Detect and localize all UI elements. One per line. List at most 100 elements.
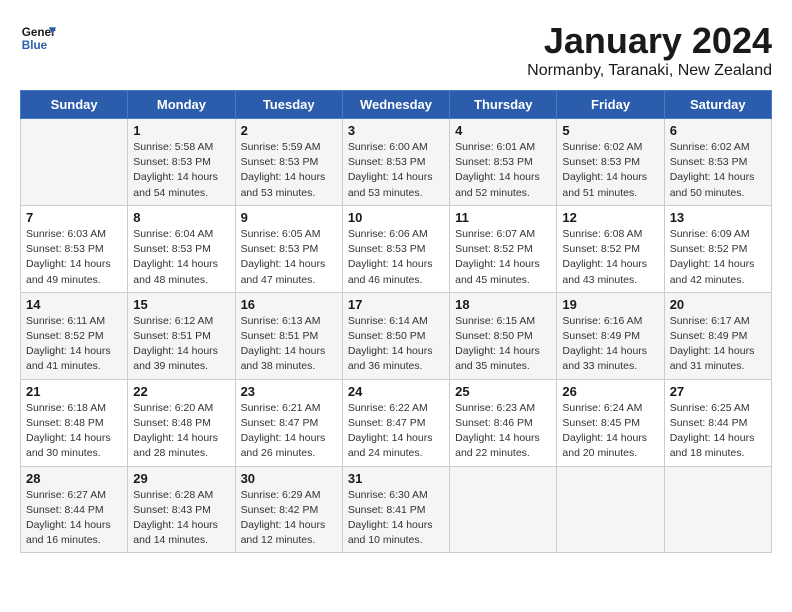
calendar-cell: 23 Sunrise: 6:21 AM Sunset: 8:47 PM Dayli… bbox=[235, 379, 342, 466]
day-info: Sunrise: 6:11 AM Sunset: 8:52 PM Dayligh… bbox=[26, 314, 122, 375]
calendar-cell: 19 Sunrise: 6:16 AM Sunset: 8:49 PM Dayli… bbox=[557, 292, 664, 379]
calendar-cell: 12Sunrise: 6:08 AM Sunset: 8:52 PM Dayli… bbox=[557, 205, 664, 292]
calendar-cell: 8 Sunrise: 6:04 AM Sunset: 8:53 PM Daylig… bbox=[128, 205, 235, 292]
calendar-cell: 28 Sunrise: 6:27 AM Sunset: 8:44 PM Dayli… bbox=[21, 466, 128, 553]
day-number: 8 bbox=[133, 210, 229, 225]
day-header-friday: Friday bbox=[557, 91, 664, 119]
calendar-cell: 26 Sunrise: 6:24 AM Sunset: 8:45 PM Dayli… bbox=[557, 379, 664, 466]
calendar-cell: 20Sunrise: 6:17 AM Sunset: 8:49 PM Dayli… bbox=[664, 292, 771, 379]
calendar-cell: 5Sunrise: 6:02 AM Sunset: 8:53 PM Daylig… bbox=[557, 119, 664, 206]
calendar-cell: 4 Sunrise: 6:01 AM Sunset: 8:53 PM Daylig… bbox=[450, 119, 557, 206]
calendar-body: 1 Sunrise: 5:58 AM Sunset: 8:53 PM Daylig… bbox=[21, 119, 772, 553]
day-number: 27 bbox=[670, 384, 766, 399]
day-number: 21 bbox=[26, 384, 122, 399]
day-info: Sunrise: 5:58 AM Sunset: 8:53 PM Dayligh… bbox=[133, 140, 229, 201]
day-header-saturday: Saturday bbox=[664, 91, 771, 119]
day-number: 26 bbox=[562, 384, 658, 399]
week-row-2: 7Sunrise: 6:03 AM Sunset: 8:53 PM Daylig… bbox=[21, 205, 772, 292]
calendar-subtitle: Normanby, Taranaki, New Zealand bbox=[527, 62, 772, 80]
day-info: Sunrise: 6:09 AM Sunset: 8:52 PM Dayligh… bbox=[670, 227, 766, 288]
day-number: 28 bbox=[26, 471, 122, 486]
day-number: 31 bbox=[348, 471, 444, 486]
day-number: 5 bbox=[562, 123, 658, 138]
day-number: 9 bbox=[241, 210, 337, 225]
calendar-cell: 15Sunrise: 6:12 AM Sunset: 8:51 PM Dayli… bbox=[128, 292, 235, 379]
day-number: 10 bbox=[348, 210, 444, 225]
calendar-cell: 2 Sunrise: 5:59 AM Sunset: 8:53 PM Daylig… bbox=[235, 119, 342, 206]
day-info: Sunrise: 6:22 AM Sunset: 8:47 PM Dayligh… bbox=[348, 401, 444, 462]
day-info: Sunrise: 6:16 AM Sunset: 8:49 PM Dayligh… bbox=[562, 314, 658, 375]
day-number: 24 bbox=[348, 384, 444, 399]
day-info: Sunrise: 6:27 AM Sunset: 8:44 PM Dayligh… bbox=[26, 488, 122, 549]
day-number: 13 bbox=[670, 210, 766, 225]
day-info: Sunrise: 6:04 AM Sunset: 8:53 PM Dayligh… bbox=[133, 227, 229, 288]
day-number: 23 bbox=[241, 384, 337, 399]
day-info: Sunrise: 6:02 AM Sunset: 8:53 PM Dayligh… bbox=[670, 140, 766, 201]
day-info: Sunrise: 6:14 AM Sunset: 8:50 PM Dayligh… bbox=[348, 314, 444, 375]
calendar-cell: 27Sunrise: 6:25 AM Sunset: 8:44 PM Dayli… bbox=[664, 379, 771, 466]
day-number: 7 bbox=[26, 210, 122, 225]
calendar-cell: 31Sunrise: 6:30 AM Sunset: 8:41 PM Dayli… bbox=[342, 466, 449, 553]
title-area: January 2024 Normanby, Taranaki, New Zea… bbox=[527, 20, 772, 80]
day-number: 22 bbox=[133, 384, 229, 399]
week-row-1: 1 Sunrise: 5:58 AM Sunset: 8:53 PM Daylig… bbox=[21, 119, 772, 206]
day-info: Sunrise: 6:24 AM Sunset: 8:45 PM Dayligh… bbox=[562, 401, 658, 462]
day-header-sunday: Sunday bbox=[21, 91, 128, 119]
calendar-cell: 9 Sunrise: 6:05 AM Sunset: 8:53 PM Daylig… bbox=[235, 205, 342, 292]
week-row-4: 21 Sunrise: 6:18 AM Sunset: 8:48 PM Dayli… bbox=[21, 379, 772, 466]
day-header-monday: Monday bbox=[128, 91, 235, 119]
calendar-cell bbox=[664, 466, 771, 553]
calendar-cell: 25Sunrise: 6:23 AM Sunset: 8:46 PM Dayli… bbox=[450, 379, 557, 466]
day-number: 1 bbox=[133, 123, 229, 138]
calendar-cell: 21 Sunrise: 6:18 AM Sunset: 8:48 PM Dayli… bbox=[21, 379, 128, 466]
day-number: 6 bbox=[670, 123, 766, 138]
day-number: 14 bbox=[26, 297, 122, 312]
week-row-5: 28 Sunrise: 6:27 AM Sunset: 8:44 PM Dayli… bbox=[21, 466, 772, 553]
day-number: 11 bbox=[455, 210, 551, 225]
day-info: Sunrise: 6:20 AM Sunset: 8:48 PM Dayligh… bbox=[133, 401, 229, 462]
calendar-cell: 16Sunrise: 6:13 AM Sunset: 8:51 PM Dayli… bbox=[235, 292, 342, 379]
day-header-wednesday: Wednesday bbox=[342, 91, 449, 119]
logo-icon: General Blue bbox=[20, 20, 56, 56]
day-number: 17 bbox=[348, 297, 444, 312]
day-info: Sunrise: 6:15 AM Sunset: 8:50 PM Dayligh… bbox=[455, 314, 551, 375]
day-info: Sunrise: 6:23 AM Sunset: 8:46 PM Dayligh… bbox=[455, 401, 551, 462]
day-info: Sunrise: 6:01 AM Sunset: 8:53 PM Dayligh… bbox=[455, 140, 551, 201]
calendar-cell: 30 Sunrise: 6:29 AM Sunset: 8:42 PM Dayli… bbox=[235, 466, 342, 553]
day-info: Sunrise: 6:29 AM Sunset: 8:42 PM Dayligh… bbox=[241, 488, 337, 549]
calendar-cell: 13 Sunrise: 6:09 AM Sunset: 8:52 PM Dayli… bbox=[664, 205, 771, 292]
day-info: Sunrise: 6:28 AM Sunset: 8:43 PM Dayligh… bbox=[133, 488, 229, 549]
day-info: Sunrise: 6:17 AM Sunset: 8:49 PM Dayligh… bbox=[670, 314, 766, 375]
calendar-cell bbox=[557, 466, 664, 553]
day-header-tuesday: Tuesday bbox=[235, 91, 342, 119]
day-info: Sunrise: 6:18 AM Sunset: 8:48 PM Dayligh… bbox=[26, 401, 122, 462]
day-info: Sunrise: 6:00 AM Sunset: 8:53 PM Dayligh… bbox=[348, 140, 444, 201]
day-number: 30 bbox=[241, 471, 337, 486]
calendar-cell: 29 Sunrise: 6:28 AM Sunset: 8:43 PM Dayli… bbox=[128, 466, 235, 553]
week-row-3: 14 Sunrise: 6:11 AM Sunset: 8:52 PM Dayli… bbox=[21, 292, 772, 379]
calendar-cell bbox=[450, 466, 557, 553]
page-header: General Blue January 2024 Normanby, Tara… bbox=[20, 20, 772, 80]
day-info: Sunrise: 6:07 AM Sunset: 8:52 PM Dayligh… bbox=[455, 227, 551, 288]
day-number: 4 bbox=[455, 123, 551, 138]
calendar-cell: 1 Sunrise: 5:58 AM Sunset: 8:53 PM Daylig… bbox=[128, 119, 235, 206]
day-header-thursday: Thursday bbox=[450, 91, 557, 119]
day-number: 19 bbox=[562, 297, 658, 312]
day-number: 12 bbox=[562, 210, 658, 225]
day-info: Sunrise: 6:13 AM Sunset: 8:51 PM Dayligh… bbox=[241, 314, 337, 375]
day-info: Sunrise: 6:05 AM Sunset: 8:53 PM Dayligh… bbox=[241, 227, 337, 288]
day-info: Sunrise: 6:06 AM Sunset: 8:53 PM Dayligh… bbox=[348, 227, 444, 288]
day-number: 2 bbox=[241, 123, 337, 138]
calendar-title: January 2024 bbox=[527, 20, 772, 62]
calendar-cell: 7Sunrise: 6:03 AM Sunset: 8:53 PM Daylig… bbox=[21, 205, 128, 292]
day-number: 15 bbox=[133, 297, 229, 312]
calendar-cell bbox=[21, 119, 128, 206]
calendar-table: SundayMondayTuesdayWednesdayThursdayFrid… bbox=[20, 90, 772, 553]
logo: General Blue bbox=[20, 20, 56, 56]
calendar-cell: 24 Sunrise: 6:22 AM Sunset: 8:47 PM Dayli… bbox=[342, 379, 449, 466]
calendar-cell: 3Sunrise: 6:00 AM Sunset: 8:53 PM Daylig… bbox=[342, 119, 449, 206]
day-number: 29 bbox=[133, 471, 229, 486]
day-info: Sunrise: 6:21 AM Sunset: 8:47 PM Dayligh… bbox=[241, 401, 337, 462]
calendar-header-row: SundayMondayTuesdayWednesdayThursdayFrid… bbox=[21, 91, 772, 119]
day-info: Sunrise: 5:59 AM Sunset: 8:53 PM Dayligh… bbox=[241, 140, 337, 201]
